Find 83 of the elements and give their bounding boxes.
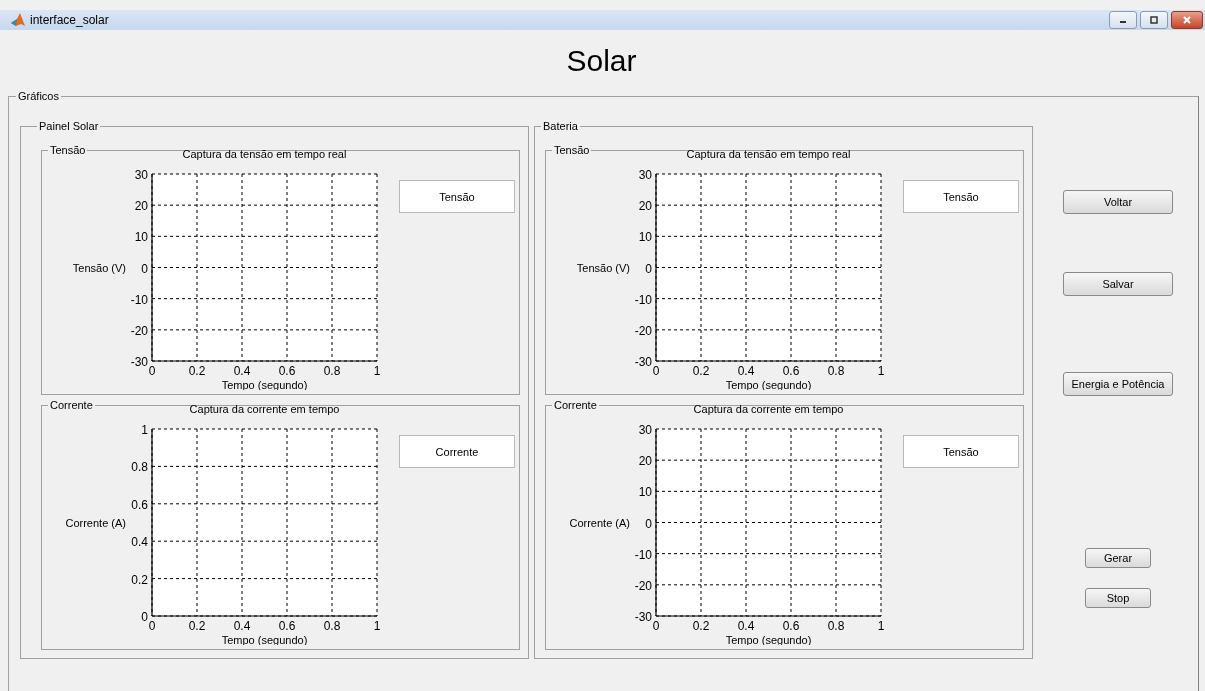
tick-label: 20 xyxy=(638,199,652,214)
tick-label: 10 xyxy=(638,485,652,500)
axis-label: Corrente (A) xyxy=(65,516,126,529)
tick-label: 0.2 xyxy=(692,619,710,633)
axis-label: Tensão (V) xyxy=(576,261,630,274)
panel-title: Bateria xyxy=(542,120,579,132)
tick-label: 0 xyxy=(141,261,148,276)
tick-label: 10 xyxy=(638,230,652,245)
tick-label: 0 xyxy=(652,364,660,378)
panel-title: Painel Solar xyxy=(38,120,100,132)
tick-label: 0 xyxy=(645,261,652,276)
display-field: Tensão xyxy=(399,180,515,213)
tick-label: 0.2 xyxy=(188,364,206,378)
tick-label: 0 xyxy=(645,516,652,531)
tick-label: 0.4 xyxy=(737,364,755,378)
tick-label: 20 xyxy=(134,199,148,214)
tick-label: 1 xyxy=(877,619,885,633)
tick-label: 0.6 xyxy=(782,364,800,378)
chart-title: Captura da tensão em tempo real xyxy=(182,148,347,160)
display-field: Tensão xyxy=(903,435,1019,468)
tick-label: -20 xyxy=(634,323,652,338)
chart-title: Captura da tensão em tempo real xyxy=(686,148,851,160)
action-button[interactable]: Gerar xyxy=(1085,548,1151,568)
close-icon xyxy=(1182,15,1192,25)
tick-label: 1 xyxy=(373,619,381,633)
tick-label: 0.8 xyxy=(323,619,341,633)
axis-label: Tensão (V) xyxy=(72,261,126,274)
panel-title: Corrente xyxy=(553,399,598,411)
tick-label: 0.8 xyxy=(827,619,845,633)
tick-label: -30 xyxy=(130,355,148,369)
axis-label: Corrente (A) xyxy=(569,516,630,529)
tick-label: 30 xyxy=(134,168,148,182)
tick-label: 30 xyxy=(638,168,652,182)
tick-label: 0.2 xyxy=(692,364,710,378)
action-button[interactable]: Salvar xyxy=(1063,272,1173,296)
tick-label: 1 xyxy=(373,364,381,378)
tick-label: 0.8 xyxy=(827,364,845,378)
tick-label: -10 xyxy=(634,292,652,307)
tick-label: 0.6 xyxy=(278,364,296,378)
tick-label: 0.4 xyxy=(737,619,755,633)
panel-title: Gráficos xyxy=(17,90,60,102)
tick-label: -10 xyxy=(130,292,148,307)
tick-label: 0.4 xyxy=(233,364,251,378)
panel-title: Tensão xyxy=(553,144,591,156)
page-heading: Solar xyxy=(565,44,638,78)
chart-title: Captura da corrente em tempo xyxy=(693,403,844,415)
tick-label: 1 xyxy=(141,423,148,437)
chart-title: Captura da corrente em tempo xyxy=(189,403,340,415)
tick-label: 0.8 xyxy=(131,460,148,475)
tick-label: 30 xyxy=(638,423,652,437)
tick-label: 0.4 xyxy=(131,535,148,550)
tick-label: -20 xyxy=(634,578,652,593)
maximize-button[interactable] xyxy=(1140,11,1168,29)
close-button[interactable] xyxy=(1171,11,1203,29)
tick-label: 0 xyxy=(141,610,148,624)
tick-label: 0.6 xyxy=(131,497,148,512)
tick-label: 0.6 xyxy=(278,619,296,633)
tick-label: -30 xyxy=(634,355,652,369)
panel-title: Corrente xyxy=(49,399,94,411)
tick-label: 0 xyxy=(148,619,156,633)
app-icon xyxy=(10,12,26,28)
tick-label: -30 xyxy=(634,610,652,624)
tick-label: 0.2 xyxy=(188,619,206,633)
action-button[interactable]: Stop xyxy=(1085,588,1151,608)
tick-label: 0.2 xyxy=(131,572,148,587)
window-title: interface_solar xyxy=(30,13,109,27)
action-button[interactable]: Voltar xyxy=(1063,190,1173,214)
minimize-button[interactable] xyxy=(1109,11,1137,29)
tick-label: 0.6 xyxy=(782,619,800,633)
tick-label: 10 xyxy=(134,230,148,245)
tick-label: 20 xyxy=(638,454,652,469)
action-button[interactable]: Energia e Potência xyxy=(1063,372,1173,396)
display-field: Tensão xyxy=(903,180,1019,213)
tick-label: 0.8 xyxy=(323,364,341,378)
tick-label: -20 xyxy=(130,323,148,338)
maximize-icon xyxy=(1149,15,1159,25)
display-field: Corrente xyxy=(399,435,515,468)
panel-title: Tensão xyxy=(49,144,87,156)
tick-label: 0.4 xyxy=(233,619,251,633)
tick-label: 0 xyxy=(148,364,156,378)
tick-label: -10 xyxy=(634,547,652,562)
tick-label: 1 xyxy=(877,364,885,378)
tick-label: 0 xyxy=(652,619,660,633)
